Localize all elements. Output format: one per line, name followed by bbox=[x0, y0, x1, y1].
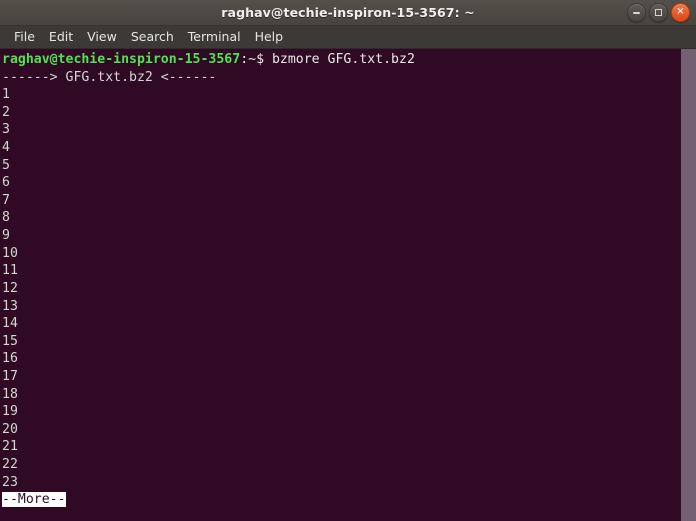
output-line: 6 bbox=[2, 175, 10, 191]
output-line: 7 bbox=[2, 192, 10, 208]
output-line: 1 bbox=[2, 87, 10, 103]
menu-item-help[interactable]: Help bbox=[248, 27, 291, 47]
menu-item-terminal[interactable]: Terminal bbox=[181, 27, 248, 47]
output-line: 19 bbox=[2, 404, 18, 420]
output-line: 2 bbox=[2, 104, 10, 120]
scrollbar-thumb[interactable] bbox=[681, 49, 696, 521]
output-line: 10 bbox=[2, 245, 18, 261]
minimize-button[interactable] bbox=[627, 3, 646, 22]
maximize-icon bbox=[655, 9, 662, 16]
output-line: 9 bbox=[2, 228, 10, 244]
menu-item-file[interactable]: File bbox=[7, 27, 42, 47]
shell-command-spacer bbox=[264, 52, 272, 67]
output-line: 4 bbox=[2, 140, 10, 156]
terminal-scrollbar[interactable] bbox=[681, 49, 696, 521]
maximize-button[interactable] bbox=[649, 3, 668, 22]
output-line: 13 bbox=[2, 298, 18, 314]
output-line: 15 bbox=[2, 333, 18, 349]
output-line: 12 bbox=[2, 280, 18, 296]
output-line: 23 bbox=[2, 474, 18, 490]
output-line: 5 bbox=[2, 157, 10, 173]
menu-item-search[interactable]: Search bbox=[124, 27, 181, 47]
output-line: 11 bbox=[2, 263, 18, 279]
shell-command: bzmore GFG.txt.bz2 bbox=[271, 52, 415, 67]
output-line: 17 bbox=[2, 368, 18, 384]
output-line: 14 bbox=[2, 316, 18, 332]
command-line: raghav@techie-inspiron-15-3567:~$ bzmore… bbox=[2, 51, 681, 69]
menu-item-view[interactable]: View bbox=[80, 27, 124, 47]
shell-prompt-user-host: raghav@techie-inspiron-15-3567 bbox=[2, 52, 241, 67]
terminal-window: raghav@techie-inspiron-15-3567: ~ ✕ File… bbox=[0, 0, 696, 521]
close-button[interactable]: ✕ bbox=[671, 3, 690, 22]
output-line: 3 bbox=[2, 122, 10, 138]
menu-item-edit[interactable]: Edit bbox=[42, 27, 80, 47]
output-line: 8 bbox=[2, 210, 10, 226]
window-controls: ✕ bbox=[627, 0, 690, 25]
output-line: 16 bbox=[2, 351, 18, 367]
output-line: 21 bbox=[2, 439, 18, 455]
output-line: 20 bbox=[2, 421, 18, 437]
window-title: raghav@techie-inspiron-15-3567: ~ bbox=[221, 5, 475, 20]
more-prompt[interactable]: --More-- bbox=[2, 492, 66, 508]
minimize-icon bbox=[633, 11, 640, 14]
output-line: 22 bbox=[2, 457, 18, 473]
bzmore-file-banner: ------> GFG.txt.bz2 <------ bbox=[2, 69, 217, 85]
pager-status-line: --More-- bbox=[2, 491, 681, 509]
menu-bar: File Edit View Search Terminal Help bbox=[0, 26, 696, 49]
output-line: 18 bbox=[2, 386, 18, 402]
close-icon: ✕ bbox=[676, 6, 685, 17]
terminal-output-area[interactable]: raghav@techie-inspiron-15-3567:~$ bzmore… bbox=[0, 49, 696, 521]
title-bar[interactable]: raghav@techie-inspiron-15-3567: ~ ✕ bbox=[0, 0, 696, 26]
terminal-text-buffer: raghav@techie-inspiron-15-3567:~$ bzmore… bbox=[0, 49, 681, 521]
shell-prompt-path: :~$ bbox=[240, 52, 265, 67]
